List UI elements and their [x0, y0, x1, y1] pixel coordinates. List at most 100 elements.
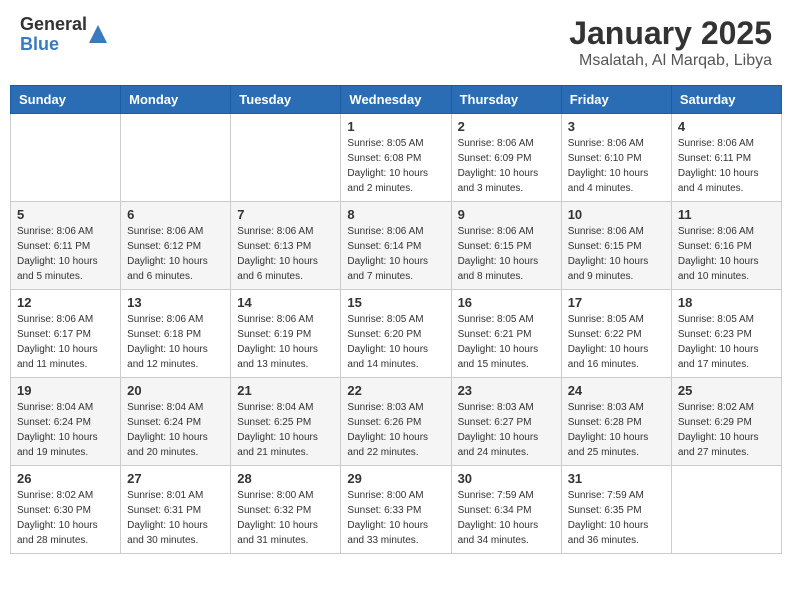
logo: General Blue [20, 15, 107, 55]
page-header: General Blue January 2025 Msalatah, Al M… [10, 10, 782, 75]
table-row: 2 Sunrise: 8:06 AMSunset: 6:09 PMDaylight… [451, 114, 561, 202]
day-info: Sunrise: 8:03 AMSunset: 6:27 PMDaylight:… [458, 400, 555, 460]
day-info: Sunrise: 8:06 AMSunset: 6:15 PMDaylight:… [568, 224, 665, 284]
day-info: Sunrise: 8:06 AMSunset: 6:12 PMDaylight:… [127, 224, 224, 284]
weekday-thursday: Thursday [451, 86, 561, 114]
weekday-sunday: Sunday [11, 86, 121, 114]
day-number: 10 [568, 207, 665, 222]
day-number: 26 [17, 471, 114, 486]
day-info: Sunrise: 8:00 AMSunset: 6:33 PMDaylight:… [347, 488, 444, 548]
weekday-saturday: Saturday [671, 86, 781, 114]
calendar-subtitle: Msalatah, Al Marqab, Libya [569, 52, 772, 70]
table-row [11, 114, 121, 202]
day-number: 28 [237, 471, 334, 486]
calendar-title: January 2025 [569, 15, 772, 52]
day-number: 30 [458, 471, 555, 486]
day-info: Sunrise: 8:06 AMSunset: 6:16 PMDaylight:… [678, 224, 775, 284]
day-number: 21 [237, 383, 334, 398]
table-row: 11 Sunrise: 8:06 AMSunset: 6:16 PMDayligh… [671, 202, 781, 290]
table-row: 26Sunrise: 8:02 AMSunset: 6:30 PMDayligh… [11, 466, 121, 554]
table-row: 15Sunrise: 8:05 AMSunset: 6:20 PMDayligh… [341, 290, 451, 378]
day-number: 7 [237, 207, 334, 222]
logo-text: General Blue [20, 15, 87, 55]
table-row: 31 Sunrise: 7:59 AMSunset: 6:35 PMDayligh… [561, 466, 671, 554]
table-row: 12 Sunrise: 8:06 AMSunset: 6:17 PMDayligh… [11, 290, 121, 378]
day-info: Sunrise: 7:59 AMSunset: 6:35 PMDaylight:… [568, 488, 665, 548]
day-number: 8 [347, 207, 444, 222]
week-row-4: 19 Sunrise: 8:04 AMSunset: 6:24 PMDayligh… [11, 378, 782, 466]
table-row: 7 Sunrise: 8:06 AMSunset: 6:13 PMDaylight… [231, 202, 341, 290]
weekday-wednesday: Wednesday [341, 86, 451, 114]
table-row: 19 Sunrise: 8:04 AMSunset: 6:24 PMDayligh… [11, 378, 121, 466]
day-info: Sunrise: 8:06 AMSunset: 6:13 PMDaylight:… [237, 224, 334, 284]
day-info: Sunrise: 8:05 AMSunset: 6:21 PMDaylight:… [458, 312, 555, 372]
table-row: 25 Sunrise: 8:02 AMSunset: 6:29 PMDayligh… [671, 378, 781, 466]
day-number: 18 [678, 295, 775, 310]
day-info: Sunrise: 7:59 AMSunset: 6:34 PMDaylight:… [458, 488, 555, 548]
table-row: 30 Sunrise: 7:59 AMSunset: 6:34 PMDayligh… [451, 466, 561, 554]
table-row: 22 Sunrise: 8:03 AMSunset: 6:26 PMDayligh… [341, 378, 451, 466]
day-info: Sunrise: 8:05 AMSunset: 6:23 PMDaylight:… [678, 312, 775, 372]
day-number: 27 [127, 471, 224, 486]
day-number: 25 [678, 383, 775, 398]
week-row-5: 26Sunrise: 8:02 AMSunset: 6:30 PMDayligh… [11, 466, 782, 554]
day-number: 23 [458, 383, 555, 398]
day-number: 17 [568, 295, 665, 310]
day-number: 24 [568, 383, 665, 398]
day-info: Sunrise: 8:03 AMSunset: 6:26 PMDaylight:… [347, 400, 444, 460]
day-info: Sunrise: 8:06 AMSunset: 6:18 PMDaylight:… [127, 312, 224, 372]
table-row: 23 Sunrise: 8:03 AMSunset: 6:27 PMDayligh… [451, 378, 561, 466]
table-row: 14Sunrise: 8:06 AMSunset: 6:19 PMDayligh… [231, 290, 341, 378]
day-info: Sunrise: 8:06 AMSunset: 6:11 PMDaylight:… [17, 224, 114, 284]
table-row: 21 Sunrise: 8:04 AMSunset: 6:25 PMDayligh… [231, 378, 341, 466]
day-info: Sunrise: 8:04 AMSunset: 6:24 PMDaylight:… [127, 400, 224, 460]
day-info: Sunrise: 8:06 AMSunset: 6:09 PMDaylight:… [458, 136, 555, 196]
day-number: 29 [347, 471, 444, 486]
day-number: 12 [17, 295, 114, 310]
day-number: 31 [568, 471, 665, 486]
table-row [671, 466, 781, 554]
day-info: Sunrise: 8:00 AMSunset: 6:32 PMDaylight:… [237, 488, 334, 548]
table-row: 27 Sunrise: 8:01 AMSunset: 6:31 PMDayligh… [121, 466, 231, 554]
day-info: Sunrise: 8:06 AMSunset: 6:10 PMDaylight:… [568, 136, 665, 196]
table-row: 9 Sunrise: 8:06 AMSunset: 6:15 PMDaylight… [451, 202, 561, 290]
day-info: Sunrise: 8:06 AMSunset: 6:15 PMDaylight:… [458, 224, 555, 284]
day-info: Sunrise: 8:06 AMSunset: 6:11 PMDaylight:… [678, 136, 775, 196]
table-row: 5Sunrise: 8:06 AMSunset: 6:11 PMDaylight… [11, 202, 121, 290]
table-row: 4Sunrise: 8:06 AMSunset: 6:11 PMDaylight… [671, 114, 781, 202]
day-number: 20 [127, 383, 224, 398]
day-number: 22 [347, 383, 444, 398]
table-row [121, 114, 231, 202]
table-row: 16 Sunrise: 8:05 AMSunset: 6:21 PMDayligh… [451, 290, 561, 378]
calendar-table: SundayMondayTuesdayWednesdayThursdayFrid… [10, 85, 782, 554]
day-info: Sunrise: 8:05 AMSunset: 6:08 PMDaylight:… [347, 136, 444, 196]
weekday-friday: Friday [561, 86, 671, 114]
day-number: 19 [17, 383, 114, 398]
day-info: Sunrise: 8:05 AMSunset: 6:22 PMDaylight:… [568, 312, 665, 372]
day-info: Sunrise: 8:02 AMSunset: 6:29 PMDaylight:… [678, 400, 775, 460]
weekday-monday: Monday [121, 86, 231, 114]
weekday-header-row: SundayMondayTuesdayWednesdayThursdayFrid… [11, 86, 782, 114]
table-row: 6Sunrise: 8:06 AMSunset: 6:12 PMDaylight… [121, 202, 231, 290]
day-number: 11 [678, 207, 775, 222]
table-row: 13Sunrise: 8:06 AMSunset: 6:18 PMDayligh… [121, 290, 231, 378]
title-block: January 2025 Msalatah, Al Marqab, Libya [569, 15, 772, 70]
day-number: 9 [458, 207, 555, 222]
day-info: Sunrise: 8:04 AMSunset: 6:24 PMDaylight:… [17, 400, 114, 460]
day-info: Sunrise: 8:04 AMSunset: 6:25 PMDaylight:… [237, 400, 334, 460]
day-info: Sunrise: 8:05 AMSunset: 6:20 PMDaylight:… [347, 312, 444, 372]
day-info: Sunrise: 8:01 AMSunset: 6:31 PMDaylight:… [127, 488, 224, 548]
day-number: 2 [458, 119, 555, 134]
day-number: 3 [568, 119, 665, 134]
table-row [231, 114, 341, 202]
logo-general: General [20, 15, 87, 35]
day-number: 16 [458, 295, 555, 310]
table-row: 10 Sunrise: 8:06 AMSunset: 6:15 PMDayligh… [561, 202, 671, 290]
table-row: 3 Sunrise: 8:06 AMSunset: 6:10 PMDaylight… [561, 114, 671, 202]
day-info: Sunrise: 8:06 AMSunset: 6:17 PMDaylight:… [17, 312, 114, 372]
day-number: 1 [347, 119, 444, 134]
week-row-2: 5Sunrise: 8:06 AMSunset: 6:11 PMDaylight… [11, 202, 782, 290]
logo-blue: Blue [20, 35, 87, 55]
table-row: 24 Sunrise: 8:03 AMSunset: 6:28 PMDayligh… [561, 378, 671, 466]
day-info: Sunrise: 8:03 AMSunset: 6:28 PMDaylight:… [568, 400, 665, 460]
